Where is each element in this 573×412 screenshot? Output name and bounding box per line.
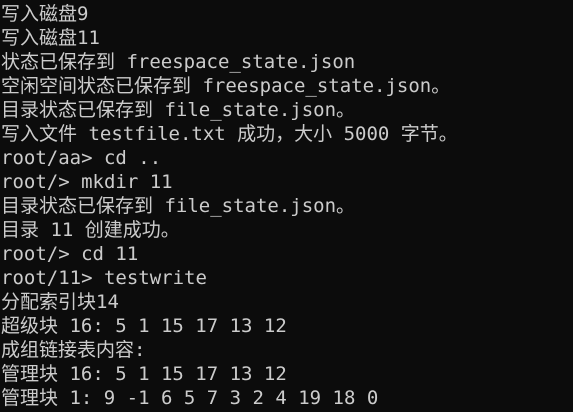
output-line-dir-state-saved: 目录状态已保存到 file_state.json。: [1, 99, 356, 121]
output-line-write-disk-9: 写入磁盘9: [1, 3, 89, 25]
output-line-dir-created: 目录 11 创建成功。: [1, 219, 180, 241]
output-line-state-saved: 状态已保存到 freespace_state.json: [1, 51, 356, 73]
output-line-dir-state-saved-2: 目录状态已保存到 file_state.json。: [1, 195, 356, 217]
prompt-line-testwrite: root/11> testwrite: [1, 267, 207, 289]
output-line-index-block: 分配索引块14: [1, 291, 119, 313]
output-line-write-disk-11: 写入磁盘11: [1, 27, 100, 49]
terminal-window[interactable]: 写入磁盘9 写入磁盘11 状态已保存到 freespace_state.json…: [0, 0, 573, 412]
output-line-superblock: 超级块 16: 5 1 15 17 13 12: [1, 315, 287, 337]
prompt-line-mkdir: root/> mkdir 11: [1, 171, 173, 193]
output-line-manage-block-1: 管理块 1: 9 -1 6 5 7 3 2 4 19 18 0: [1, 387, 379, 409]
output-line-freespace-saved: 空闲空间状态已保存到 freespace_state.json。: [1, 75, 451, 97]
output-line-manage-block-16: 管理块 16: 5 1 15 17 13 12: [1, 363, 287, 385]
output-line-write-file-success: 写入文件 testfile.txt 成功，大小 5000 字节。: [1, 123, 458, 145]
output-line-group-link-header: 成组链接表内容:: [1, 339, 146, 361]
prompt-line-cd-parent: root/aa> cd ..: [1, 147, 162, 169]
prompt-line-cd-11: root/> cd 11: [1, 243, 139, 265]
